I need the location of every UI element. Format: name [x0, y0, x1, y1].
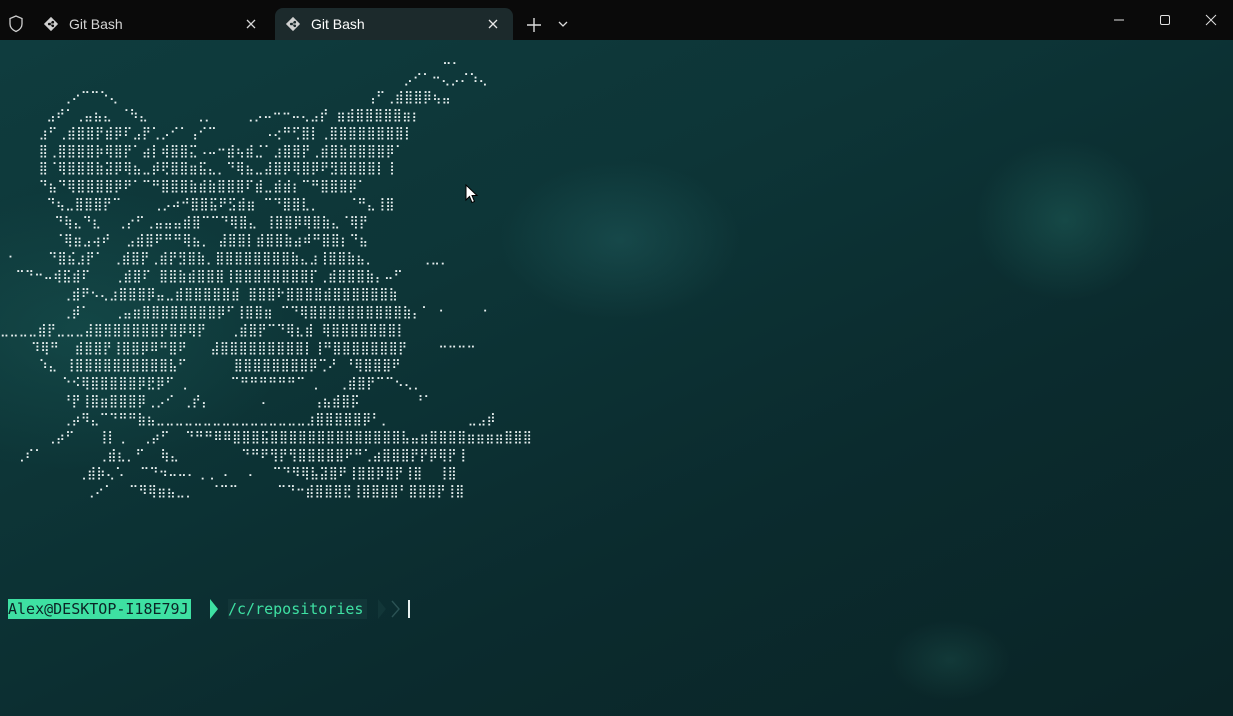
maximize-button[interactable] — [1141, 0, 1187, 40]
tab-git-bash-2[interactable]: Git Bash — [275, 8, 513, 40]
terminal-output[interactable]: ⠤⠄ ⡠⠊⠁⠒⢄⡠⠌⠱⢄ ⢀⠔⠉⠉⠑⢄ ⢠⠋⢀⣾⣿⣿⡿⢦⣤ ⣠⠞⠁⢀⣤⣦⣄ ⠈⠳… — [0, 40, 1233, 716]
tab-bar: Git Bash Git Bash — [0, 0, 1233, 40]
git-bash-icon — [43, 16, 59, 32]
prompt-separator — [391, 600, 400, 618]
close-window-button[interactable] — [1187, 0, 1233, 40]
prompt-separator — [378, 599, 386, 619]
minimize-button[interactable] — [1095, 0, 1141, 40]
close-icon — [1205, 14, 1217, 26]
tab-title: Git Bash — [311, 16, 365, 32]
prompt-path: /c/repositories — [228, 599, 368, 619]
mouse-pointer-icon — [465, 184, 479, 204]
minimize-icon — [1114, 19, 1124, 21]
prompt-separator — [210, 599, 218, 619]
tab-git-bash-1[interactable]: Git Bash — [33, 8, 271, 40]
git-bash-icon — [285, 16, 301, 32]
terminal-window: Git Bash Git Bash ⠤⠄ ⡠⠊⠁⠒⢄⡠⠌⠱⢄ ⢀⠔⠉⠉⠑⢄ ⢠⠋… — [0, 0, 1233, 716]
shield-icon[interactable] — [6, 14, 26, 34]
prompt-user-host: Alex@DESKTOP-I18E79J — [8, 599, 191, 619]
text-cursor — [408, 600, 410, 618]
close-icon[interactable] — [243, 16, 259, 32]
ascii-art: ⠤⠄ ⡠⠊⠁⠒⢄⡠⠌⠱⢄ ⢀⠔⠉⠉⠑⢄ ⢠⠋⢀⣾⣿⣿⡿⢦⣤ ⣠⠞⠁⢀⣤⣦⣄ ⠈⠳… — [0, 53, 533, 498]
maximize-icon — [1160, 15, 1170, 25]
tab-title: Git Bash — [69, 16, 123, 32]
plus-icon[interactable] — [523, 14, 545, 36]
prompt: Alex@DESKTOP-I18E79J /c/repositories — [8, 599, 528, 619]
close-icon[interactable] — [485, 16, 501, 32]
chevron-down-icon[interactable] — [555, 16, 571, 32]
